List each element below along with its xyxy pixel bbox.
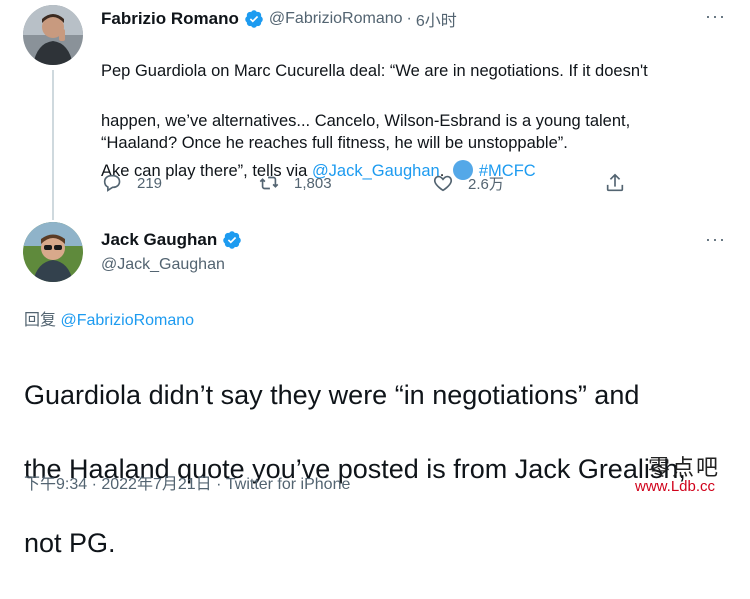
- tweet1-text: Pep Guardiola on Marc Cucurella deal: “W…: [101, 34, 741, 209]
- tweet2-text-line1: Guardiola didn’t say they were “in negot…: [24, 380, 640, 410]
- tweet1-text-line4: “Haaland? Once he reaches full fitness, …: [101, 134, 568, 152]
- verified-badge-icon: [222, 230, 242, 250]
- avatar-fabrizio-romano[interactable]: [23, 5, 83, 65]
- tweet2-text-line3: not PG.: [24, 528, 116, 558]
- reply-to-link[interactable]: @FabrizioRomano: [60, 312, 194, 329]
- heart-icon: [433, 175, 453, 192]
- tweet1-header: Fabrizio Romano @FabrizioRomano · 6小时: [101, 7, 457, 31]
- tweet-time[interactable]: 6小时: [416, 7, 457, 31]
- reply-context: 回复 @FabrizioRomano: [24, 306, 194, 330]
- verified-badge-icon: [244, 9, 264, 29]
- retweet-icon: [259, 176, 279, 190]
- like-count: 2.6万: [468, 175, 504, 193]
- author-handle[interactable]: @Jack_Gaughan: [101, 256, 225, 274]
- retweet-button[interactable]: 1,803: [258, 172, 332, 194]
- avatar-jack-gaughan[interactable]: [23, 222, 83, 282]
- retweet-count: 1,803: [294, 174, 332, 192]
- tweet-timestamp[interactable]: 下午9:34 · 2022年7月21日 · Twitter for iPhone: [24, 470, 350, 494]
- tweet1-text-line3: Ake can play there”, tells via @Jack_Gau…: [101, 159, 741, 184]
- reply-icon: [103, 174, 121, 192]
- thread-connector: [52, 70, 54, 220]
- share-icon: [606, 173, 624, 192]
- like-button[interactable]: 2.6万: [432, 172, 504, 194]
- author-name[interactable]: Jack Gaughan: [101, 230, 217, 250]
- author-handle[interactable]: @FabrizioRomano: [269, 10, 403, 28]
- watermark-url: www.Ldb.cc: [635, 478, 716, 495]
- tweet1-text-line1: Pep Guardiola on Marc Cucurella deal: “W…: [101, 62, 648, 80]
- reply-count: 219: [137, 174, 163, 192]
- author-name[interactable]: Fabrizio Romano: [101, 9, 239, 29]
- tweet1-more-options-icon[interactable]: ···: [705, 6, 726, 27]
- tweet2-more-options-icon[interactable]: ···: [705, 229, 726, 250]
- share-button[interactable]: [604, 172, 640, 194]
- header-separator: ·: [406, 10, 412, 27]
- reply-button[interactable]: 219: [101, 172, 162, 194]
- reply-prefix: 回复: [24, 312, 61, 329]
- tweet2-header: Jack Gaughan: [101, 230, 242, 250]
